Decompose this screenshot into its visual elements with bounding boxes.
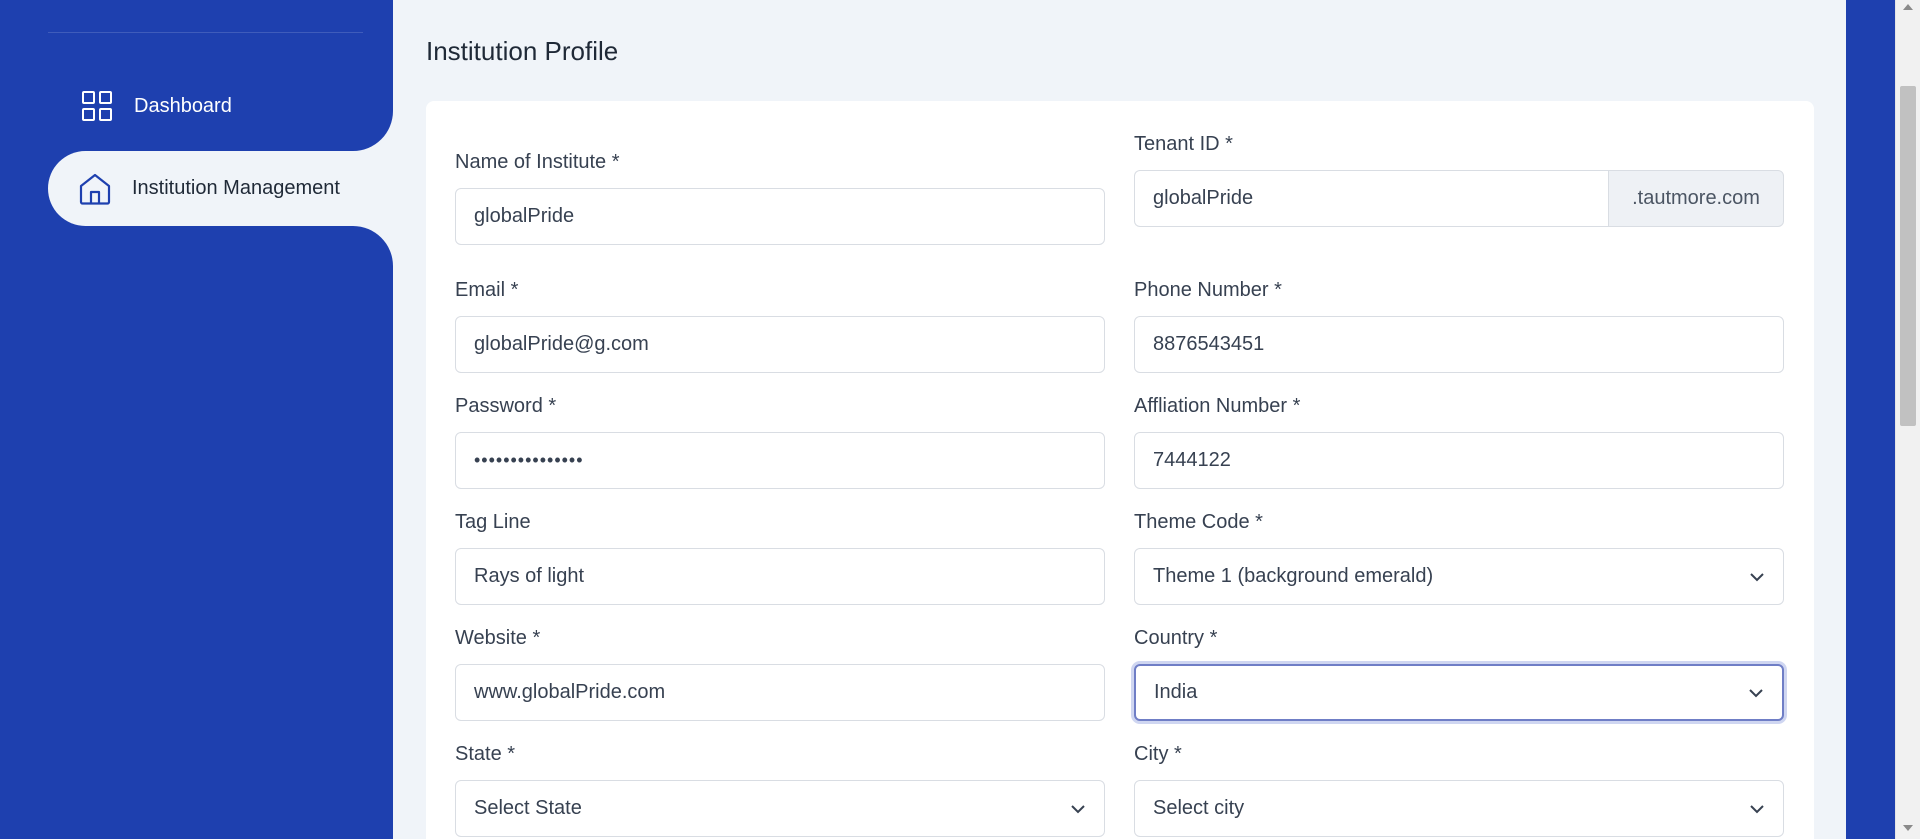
main-content: Institution Profile Name of Institute * … [393, 0, 1846, 839]
tenant-label: Tenant ID * [1134, 133, 1233, 155]
city-label: City * [1134, 743, 1182, 765]
tagline-field: Tag Line Rays of light [455, 511, 1105, 605]
email-label: Email * [455, 279, 519, 301]
country-select-value: India [1154, 681, 1198, 703]
affiliation-field: Affliation Number * 7444122 [1134, 395, 1784, 489]
name-label: Name of Institute * [455, 151, 620, 173]
phone-field: Phone Number * 8876543451 [1134, 279, 1784, 373]
chevron-down-icon [1071, 804, 1085, 813]
password-field: Password * ••••••••••••••• [455, 395, 1105, 489]
country-select[interactable]: India [1134, 664, 1784, 721]
name-input[interactable]: globalPride [455, 188, 1105, 245]
vertical-scrollbar[interactable] [1895, 0, 1920, 839]
right-edge-strip [1846, 0, 1895, 839]
phone-input[interactable]: 8876543451 [1134, 316, 1784, 373]
sidebar: Dashboard Institution Management [0, 0, 393, 839]
website-label: Website * [455, 627, 541, 649]
page-title: Institution Profile [426, 36, 619, 66]
sidebar-divider [48, 32, 363, 33]
sidebar-item-label: Dashboard [134, 94, 232, 117]
affiliation-label: Affliation Number * [1134, 395, 1301, 417]
sidebar-item-institution-management[interactable]: Institution Management [48, 151, 393, 226]
country-field: Country * India [1134, 627, 1784, 721]
tagline-label: Tag Line [455, 511, 531, 533]
theme-select-value: Theme 1 (background emerald) [1153, 565, 1434, 587]
state-select[interactable]: Select State [455, 780, 1105, 837]
sidebar-item-dashboard[interactable]: Dashboard [48, 68, 232, 144]
scroll-down-arrow-icon[interactable] [1903, 825, 1913, 831]
sidebar-item-label: Institution Management [132, 177, 340, 199]
scroll-thumb[interactable] [1900, 86, 1916, 426]
country-label: Country * [1134, 627, 1218, 649]
profile-form-card: Name of Institute * globalPride Email * … [426, 101, 1814, 839]
theme-label: Theme Code * [1134, 511, 1263, 533]
password-label: Password * [455, 395, 557, 417]
city-select-value: Select city [1153, 797, 1245, 819]
tenant-field: Tenant ID * globalPride .tautmore.com [1134, 133, 1784, 227]
affiliation-input[interactable]: 7444122 [1134, 432, 1784, 489]
chevron-down-icon [1750, 572, 1764, 581]
city-field: City * Select city [1134, 743, 1784, 837]
email-input[interactable]: globalPride@g.com [455, 316, 1105, 373]
state-select-value: Select State [474, 797, 582, 819]
tenant-input-group: globalPride .tautmore.com [1134, 170, 1784, 227]
theme-select[interactable]: Theme 1 (background emerald) [1134, 548, 1784, 605]
city-select[interactable]: Select city [1134, 780, 1784, 837]
state-label: State * [455, 743, 516, 765]
chevron-down-icon [1750, 804, 1764, 813]
website-input[interactable]: www.globalPride.com [455, 664, 1105, 721]
home-icon [78, 172, 112, 206]
tenant-domain-suffix: .tautmore.com [1608, 170, 1784, 227]
tagline-input[interactable]: Rays of light [455, 548, 1105, 605]
website-field: Website * www.globalPride.com [455, 627, 1105, 721]
password-input[interactable]: ••••••••••••••• [455, 432, 1105, 489]
grid-icon [80, 89, 114, 123]
phone-label: Phone Number * [1134, 279, 1282, 301]
name-field: Name of Institute * globalPride [455, 151, 1105, 245]
active-item-curve-bottom [353, 226, 393, 266]
tenant-input[interactable]: globalPride [1134, 170, 1608, 227]
email-field: Email * globalPride@g.com [455, 279, 1105, 373]
active-item-curve-top [353, 111, 393, 151]
chevron-down-icon [1749, 688, 1763, 697]
scroll-up-arrow-icon[interactable] [1903, 4, 1913, 10]
state-field: State * Select State [455, 743, 1105, 837]
theme-field: Theme Code * Theme 1 (background emerald… [1134, 511, 1784, 605]
